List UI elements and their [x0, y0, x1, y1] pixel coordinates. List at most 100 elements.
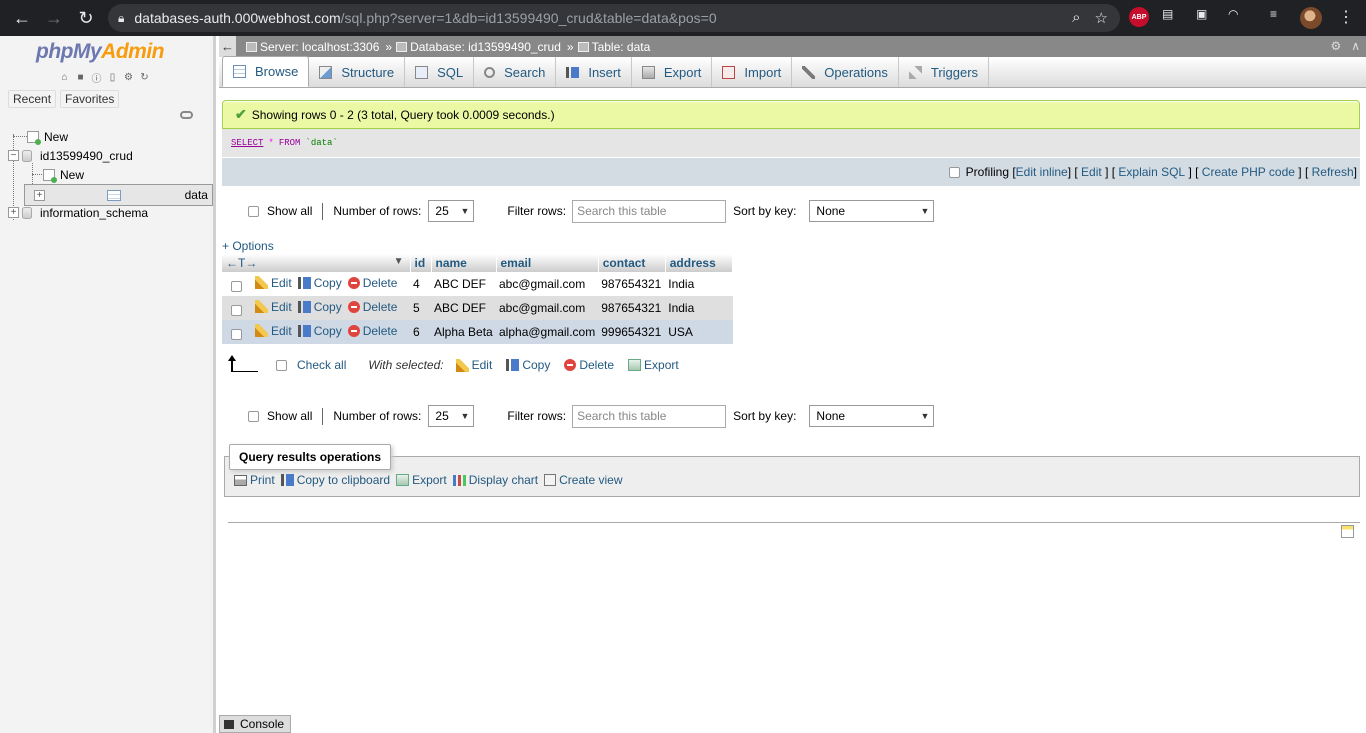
sql-keyword-select[interactable]: SELECT [231, 138, 263, 148]
home-icon[interactable]: ⌂ [58, 71, 71, 84]
filter-rows-input[interactable]: Search this table [572, 404, 727, 428]
bookmark-note-icon[interactable] [1341, 525, 1354, 538]
cell-id[interactable]: 5 [410, 296, 431, 320]
cell-contact[interactable]: 987654321 [598, 296, 666, 320]
tab-sql[interactable]: SQL [405, 57, 475, 87]
cell-email[interactable]: alpha@gmail.com [496, 320, 599, 344]
row-checkbox[interactable] [231, 280, 242, 292]
selected-delete-button[interactable]: Delete [564, 358, 614, 372]
sort-by-key-select[interactable]: None ▼ [809, 200, 935, 222]
browser-menu-icon[interactable]: ⋮ [1338, 7, 1354, 27]
back-arrow-icon[interactable]: ← [6, 2, 38, 34]
print-link[interactable]: Print [234, 473, 275, 487]
selected-edit-button[interactable]: Edit [455, 358, 492, 372]
cell-id[interactable]: 4 [410, 272, 431, 296]
row-copy-button[interactable]: Copy [297, 324, 342, 338]
reload-icon[interactable]: ↻ [70, 2, 102, 34]
column-header-contact[interactable]: contact [598, 254, 666, 272]
selected-copy-button[interactable]: Copy [506, 358, 550, 372]
show-all-checkbox[interactable] [248, 410, 259, 422]
console-toggle[interactable]: Console [219, 715, 292, 733]
settings-icon[interactable]: ⚙ [1330, 39, 1341, 53]
column-arrows[interactable]: ←T→ [226, 256, 257, 270]
column-header-email[interactable]: email [496, 254, 599, 272]
cell-name[interactable]: Alpha Beta [431, 320, 496, 344]
check-all-label[interactable]: Check all [297, 358, 346, 372]
cell-address[interactable]: India [665, 296, 733, 320]
explain-sql-link[interactable]: Explain SQL [1118, 165, 1185, 179]
tree-item-new[interactable]: New [27, 127, 68, 146]
expand-icon[interactable]: + [8, 207, 19, 218]
edit-link[interactable]: Edit [1081, 165, 1102, 179]
refresh-link[interactable]: Refresh [1312, 165, 1354, 179]
cell-id[interactable]: 6 [410, 320, 431, 344]
breadcrumb-table[interactable]: Table: data [577, 40, 650, 54]
collapse-icon[interactable]: − [8, 150, 19, 161]
row-checkbox[interactable] [231, 304, 242, 316]
help-icon[interactable]: ⓘ [90, 71, 103, 85]
edit-inline-link[interactable]: Edit inline [1016, 165, 1068, 179]
cell-contact[interactable]: 987654321 [598, 272, 666, 296]
create-view-link[interactable]: Create view [544, 473, 622, 487]
row-checkbox[interactable] [231, 328, 242, 340]
link-with-main-icon[interactable] [180, 111, 193, 119]
rows-per-page-select[interactable]: 25 ▼ [428, 405, 475, 427]
column-header-name[interactable]: name [431, 254, 497, 272]
row-delete-button[interactable]: Delete [347, 276, 397, 290]
cell-name[interactable]: ABC DEF [431, 272, 496, 296]
tab-search[interactable]: Search [474, 57, 557, 87]
tab-browse[interactable]: Browse [222, 56, 310, 87]
row-edit-button[interactable]: Edit [255, 324, 292, 338]
cell-name[interactable]: ABC DEF [431, 296, 496, 320]
cell-contact[interactable]: 999654321 [598, 320, 666, 344]
breadcrumb-database[interactable]: Database: id13599490_crud [396, 40, 561, 54]
tree-item-db[interactable]: − id13599490_crud [8, 146, 133, 165]
collapse-menu-icon[interactable]: ∧ [1351, 39, 1360, 53]
tree-item-table-new[interactable]: New [43, 165, 84, 184]
extension-icon[interactable]: ◠ [1228, 7, 1238, 21]
row-edit-button[interactable]: Edit [255, 300, 292, 314]
show-all-checkbox[interactable] [248, 205, 259, 217]
bookmark-star-icon[interactable]: ☆ [1095, 9, 1108, 27]
check-all-checkbox[interactable] [276, 359, 287, 371]
tab-triggers[interactable]: Triggers [899, 57, 990, 87]
export-link[interactable]: Export [396, 473, 447, 487]
row-copy-button[interactable]: Copy [297, 276, 342, 290]
selected-export-button[interactable]: Export [628, 358, 679, 372]
reload-nav-icon[interactable]: ↻ [138, 71, 151, 84]
cell-address[interactable]: USA [665, 320, 733, 344]
extension-icon[interactable]: ▤ [1162, 7, 1173, 21]
column-header-id[interactable]: id [410, 254, 432, 272]
row-copy-button[interactable]: Copy [297, 300, 342, 314]
tab-insert[interactable]: Insert [556, 57, 632, 87]
filter-rows-input[interactable]: Search this table [572, 199, 727, 223]
tab-operations[interactable]: Operations [792, 57, 899, 87]
extension-icon[interactable]: ▣ [1196, 7, 1207, 21]
display-chart-link[interactable]: Display chart [452, 473, 538, 487]
adblock-extension-icon[interactable]: ABP [1129, 7, 1149, 27]
profile-avatar[interactable] [1300, 7, 1322, 29]
row-delete-button[interactable]: Delete [347, 300, 397, 314]
create-php-link[interactable]: Create PHP code [1202, 165, 1295, 179]
tab-recent[interactable]: Recent [8, 90, 57, 108]
row-delete-button[interactable]: Delete [347, 324, 397, 338]
column-header-address[interactable]: address [665, 254, 734, 272]
sort-by-key-select[interactable]: None ▼ [809, 405, 935, 427]
settings-icon[interactable]: ⚙ [122, 71, 135, 84]
cell-email[interactable]: abc@gmail.com [496, 296, 599, 320]
phpmyadmin-logo[interactable]: phpMyAdmin [36, 40, 164, 64]
copy-to-clipboard-link[interactable]: Copy to clipboard [280, 473, 390, 487]
tab-favorites[interactable]: Favorites [60, 90, 120, 108]
forward-arrow-icon[interactable]: → [38, 2, 70, 34]
tab-import[interactable]: Import [712, 57, 793, 87]
cell-email[interactable]: abc@gmail.com [496, 272, 599, 296]
rows-per-page-select[interactable]: 25 ▼ [428, 200, 475, 222]
cell-address[interactable]: India [665, 272, 733, 296]
collapse-panel-icon[interactable]: ← [219, 36, 236, 57]
zoom-icon[interactable]: ⌕ [1072, 9, 1080, 27]
options-link[interactable]: + Options [222, 239, 274, 253]
tab-export[interactable]: Export [632, 57, 713, 87]
row-edit-button[interactable]: Edit [255, 276, 292, 290]
expand-icon[interactable]: + [34, 189, 45, 201]
docs-icon[interactable]: ▯ [106, 71, 119, 84]
